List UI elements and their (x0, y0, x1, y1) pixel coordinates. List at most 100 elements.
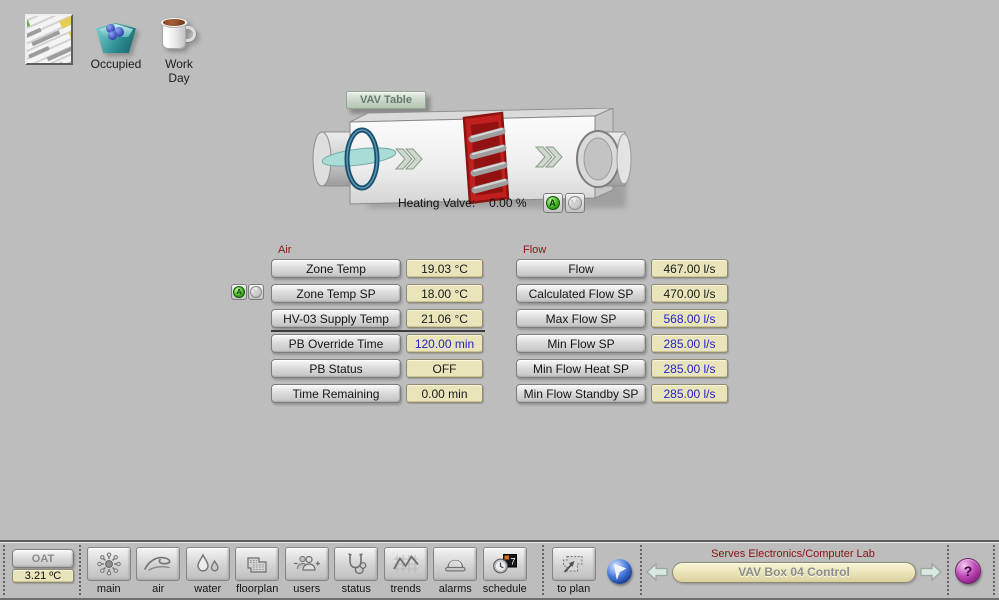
auto-mode-icon: A (233, 286, 245, 298)
manual-mode-icon: M (250, 286, 262, 298)
heating-coil-icon (464, 113, 508, 203)
heating-valve-manual-button[interactable]: M (565, 193, 585, 213)
page-title[interactable]: VAV Box 04 Control (672, 562, 916, 583)
vav-table-button[interactable]: VAV Table (346, 91, 426, 109)
help-button[interactable]: ? (955, 558, 981, 584)
table-row: PB Status OFF (271, 359, 483, 378)
previous-page-arrow[interactable] (645, 561, 669, 583)
pb-override-time-button[interactable]: PB Override Time (271, 334, 401, 353)
table-row: Zone Temp SP 18.00 °C (271, 284, 483, 303)
serves-label: Serves Electronics/Computer Lab (664, 548, 922, 560)
table-row: Time Remaining 0.00 min (271, 384, 483, 403)
table-row: Flow 467.00 l/s (516, 259, 728, 278)
flow-section: Flow Flow 467.00 l/s Calculated Flow SP … (516, 244, 728, 403)
flow-value: 467.00 l/s (651, 259, 728, 278)
time-remaining-value: 0.00 min (406, 384, 483, 403)
nav-floorplan-button[interactable]: floorplan (233, 547, 283, 595)
nav-trends-button[interactable]: trends (381, 547, 431, 595)
arrow-left-icon (645, 561, 669, 583)
table-row: Calculated Flow SP 470.00 l/s (516, 284, 728, 303)
nav-schedule-button[interactable]: 7 schedule (480, 547, 530, 595)
toolbar-separator (947, 545, 949, 595)
calculated-flow-sp-button[interactable]: Calculated Flow SP (516, 284, 646, 303)
nav-main-button[interactable]: main (84, 547, 134, 595)
nav-water-button[interactable]: water (183, 547, 233, 595)
zone-temp-sp-button[interactable]: Zone Temp SP (271, 284, 401, 303)
users-icon (291, 551, 323, 577)
toolbar-separator (640, 545, 642, 595)
occupancy-indicator: Occupied (89, 14, 143, 71)
svg-text:7: 7 (510, 557, 515, 567)
occupied-label: Occupied (89, 57, 143, 71)
occupied-cube-icon (94, 14, 138, 54)
air-section-divider (271, 330, 485, 332)
min-flow-standby-sp-button[interactable]: Min Flow Standby SP (516, 384, 646, 403)
droplets-icon (192, 551, 224, 577)
arrow-right-icon (919, 561, 943, 583)
day-type-indicator: Work Day (153, 14, 205, 85)
min-flow-sp-value[interactable]: 285.00 l/s (651, 334, 728, 353)
table-row: Zone Temp 19.03 °C (271, 259, 483, 278)
oat-value: 3.21 ºC (12, 569, 74, 583)
toolbar-nav-strip: main air water (84, 547, 530, 595)
floorplan-icon (241, 551, 273, 577)
air-section-title: Air (278, 244, 483, 256)
clock-calendar-icon: 7 (489, 551, 521, 577)
schedule-thumbnail-image (25, 14, 73, 65)
heating-valve-row: Heating Valve: 0.00 % A M (398, 193, 585, 213)
table-row: PB Override Time 120.00 min (271, 334, 483, 353)
manual-mode-icon: M (568, 196, 582, 210)
nav-users-button[interactable]: users (282, 547, 332, 595)
nav-air-button[interactable]: air (134, 547, 184, 595)
toolbar-separator (79, 545, 81, 595)
pb-override-time-value[interactable]: 120.00 min (406, 334, 483, 353)
pb-status-value: OFF (406, 359, 483, 378)
schedule-thumbnail-button[interactable] (25, 14, 73, 65)
min-flow-heat-sp-value[interactable]: 285.00 l/s (651, 359, 728, 378)
flow-section-title: Flow (523, 244, 728, 256)
globe-icon[interactable] (607, 559, 632, 584)
oat-readout: OAT 3.21 ºC (12, 549, 74, 583)
stethoscope-icon (340, 551, 372, 577)
workday-mug-icon (159, 14, 199, 54)
toolbar-separator (993, 545, 995, 595)
oat-button[interactable]: OAT (12, 549, 74, 568)
trend-chart-icon (390, 551, 422, 577)
wind-icon (142, 551, 174, 577)
auto-mode-icon: A (546, 196, 560, 210)
min-flow-heat-sp-button[interactable]: Min Flow Heat SP (516, 359, 646, 378)
max-flow-sp-button[interactable]: Max Flow SP (516, 309, 646, 328)
vav-control-screen: Occupied Work Day VAV Table (0, 0, 999, 600)
min-flow-standby-sp-value[interactable]: 285.00 l/s (651, 384, 728, 403)
heating-valve-value: 0.00 % (489, 196, 526, 210)
table-row: Min Flow Heat SP 285.00 l/s (516, 359, 728, 378)
flow-button[interactable]: Flow (516, 259, 646, 278)
min-flow-sp-button[interactable]: Min Flow SP (516, 334, 646, 353)
zone-temp-value: 19.03 °C (406, 259, 483, 278)
nav-status-button[interactable]: status (332, 547, 382, 595)
time-remaining-button[interactable]: Time Remaining (271, 384, 401, 403)
table-row: Min Flow Standby SP 285.00 l/s (516, 384, 728, 403)
workday-label: Work Day (153, 57, 205, 85)
nav-to-plan-button[interactable]: to plan (549, 547, 599, 595)
bell-icon (439, 551, 471, 577)
toolbar-separator (542, 545, 544, 595)
hv03-supply-temp-button[interactable]: HV-03 Supply Temp (271, 309, 401, 328)
nav-alarms-button[interactable]: alarms (431, 547, 481, 595)
pb-status-button[interactable]: PB Status (271, 359, 401, 378)
table-row: Max Flow SP 568.00 l/s (516, 309, 728, 328)
zone-temp-sp-auto-button[interactable]: A (231, 284, 247, 300)
sun-icon (93, 551, 125, 577)
table-row: HV-03 Supply Temp 21.06 °C (271, 309, 483, 328)
next-page-arrow[interactable] (919, 561, 943, 583)
plan-arrow-icon (558, 551, 590, 577)
heating-valve-auto-button[interactable]: A (543, 193, 563, 213)
max-flow-sp-value[interactable]: 568.00 l/s (651, 309, 728, 328)
zone-temp-sp-manual-button[interactable]: M (248, 284, 264, 300)
bottom-toolbar: OAT 3.21 ºC main (0, 540, 999, 600)
hv03-supply-temp-value: 21.06 °C (406, 309, 483, 328)
toolbar-separator (3, 545, 5, 595)
zone-temp-sp-value: 18.00 °C (406, 284, 483, 303)
zone-temp-button[interactable]: Zone Temp (271, 259, 401, 278)
air-section: Air Zone Temp 19.03 °C Zone Temp SP 18.0… (271, 244, 483, 403)
